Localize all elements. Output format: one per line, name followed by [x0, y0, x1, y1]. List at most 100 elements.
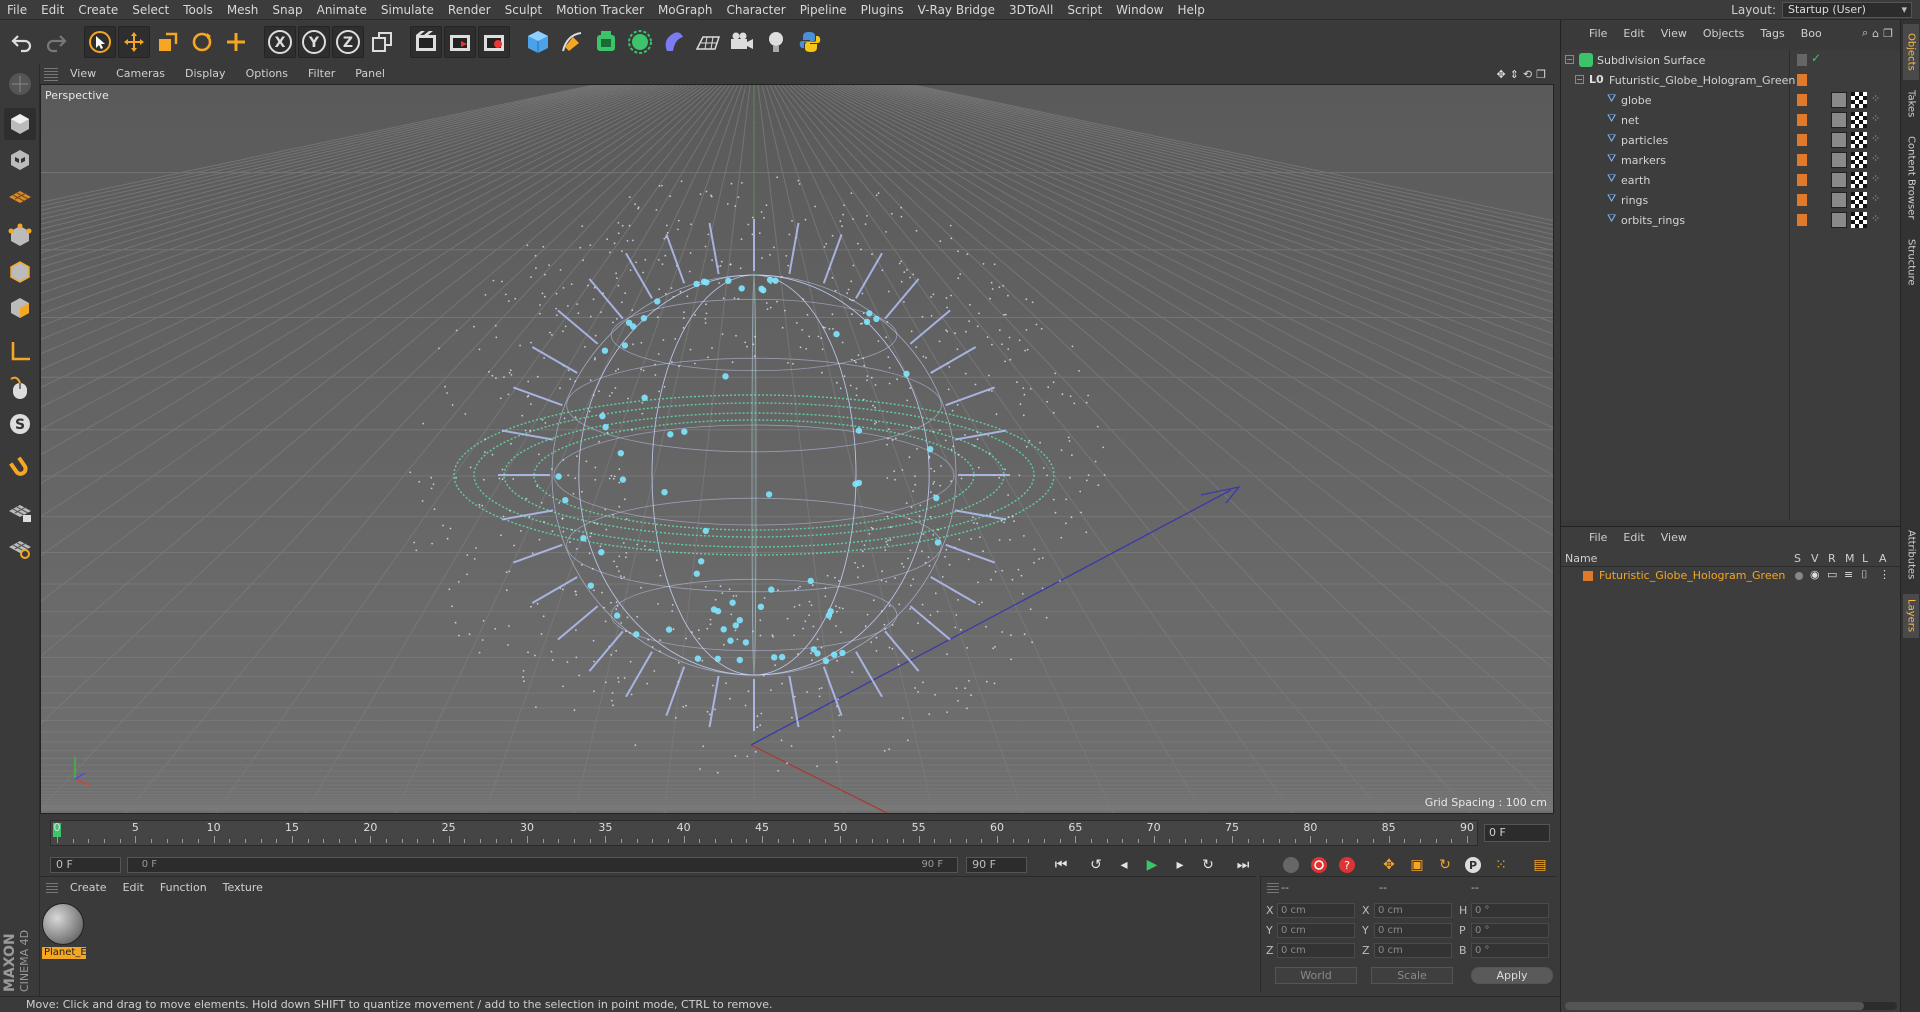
render-settings-icon[interactable]: [478, 26, 510, 58]
material-tag-icon[interactable]: [1831, 132, 1847, 148]
menu-snap[interactable]: Snap: [265, 0, 309, 20]
collapse-toggle-icon[interactable]: −: [1565, 55, 1574, 64]
points-mode-icon[interactable]: [4, 220, 36, 252]
material-tag-icon[interactable]: [1831, 112, 1847, 128]
phong-tag-icon[interactable]: ⁘: [1871, 152, 1880, 165]
texture-tag-icon[interactable]: [1851, 172, 1867, 188]
move-tool-icon[interactable]: [118, 26, 150, 58]
texture-tag-icon[interactable]: [1851, 152, 1867, 168]
subdivision-generator-icon[interactable]: [590, 26, 622, 58]
next-key-icon[interactable]: ↻: [1195, 852, 1221, 878]
tab-takes[interactable]: Takes: [1903, 84, 1919, 124]
camera-icon[interactable]: [726, 26, 758, 58]
go-to-end-icon[interactable]: ⏭: [1230, 852, 1256, 878]
phong-tag-icon[interactable]: ⁘: [1871, 112, 1880, 125]
y-axis-lock-icon[interactable]: Y: [298, 26, 330, 58]
menu-file[interactable]: File: [0, 0, 34, 20]
om-menu-file[interactable]: File: [1581, 27, 1615, 40]
axis-mode-icon[interactable]: [4, 336, 36, 368]
menu-window[interactable]: Window: [1109, 0, 1170, 20]
layer-row[interactable]: Futuristic_Globe_Hologram_Green ◉ ▭ ≡ ⌷ …: [1561, 567, 1901, 585]
rotate-tool-icon[interactable]: [186, 26, 218, 58]
menu-plugins[interactable]: Plugins: [854, 0, 911, 20]
render-view-icon[interactable]: [410, 26, 442, 58]
coord-size-x-field[interactable]: 0 cm: [1374, 903, 1452, 918]
menu-tools[interactable]: Tools: [176, 0, 220, 20]
frame-range-slider[interactable]: 0 F 90 F: [126, 857, 959, 873]
coord-rot-p-field[interactable]: 0 °: [1471, 923, 1549, 938]
object-row-globe-null[interactable]: − L0 Futuristic_Globe_Hologram_Green: [1561, 70, 1901, 90]
timeline-track[interactable]: 0 5 10 15 20 25 30 35 40 45 50 55 60 65 70 75 80 85 90: [50, 820, 1478, 846]
layer-render-icon[interactable]: ▭: [1827, 568, 1837, 581]
coord-pos-y-field[interactable]: 0 cm: [1277, 923, 1355, 938]
previous-frame-icon[interactable]: ◂: [1111, 852, 1137, 878]
go-to-start-icon[interactable]: ⏮: [1048, 852, 1074, 878]
object-row-globe[interactable]: ⛛ globe ⁘: [1561, 90, 1901, 110]
layer-color-swatch[interactable]: [1797, 174, 1807, 186]
floor-environment-icon[interactable]: [692, 26, 724, 58]
pan-view-icon[interactable]: ✥: [1496, 68, 1505, 81]
deformer-icon[interactable]: [658, 26, 690, 58]
lock-workplane-icon[interactable]: [4, 496, 36, 528]
layer-animation-icon[interactable]: ⋮: [1879, 568, 1890, 581]
tab-structure[interactable]: Structure: [1903, 232, 1919, 292]
layer-horizontal-scrollbar[interactable]: [1565, 1002, 1897, 1010]
layer-color-swatch[interactable]: [1797, 154, 1807, 166]
menu-pipeline[interactable]: Pipeline: [793, 0, 854, 20]
layer-color-swatch[interactable]: [1797, 194, 1807, 206]
orbit-view-icon[interactable]: ⟲: [1523, 68, 1532, 81]
texture-tag-icon[interactable]: [1851, 132, 1867, 148]
tweak-mode-icon[interactable]: [4, 372, 36, 404]
mat-menu-function[interactable]: Function: [152, 881, 215, 894]
mat-menu-texture[interactable]: Texture: [215, 881, 271, 894]
layer-solo-icon[interactable]: [1795, 572, 1803, 580]
material-tag-icon[interactable]: [1831, 172, 1847, 188]
vp-menu-display[interactable]: Display: [175, 64, 236, 84]
om-menu-edit[interactable]: Edit: [1615, 27, 1652, 40]
texture-tag-icon[interactable]: [1851, 192, 1867, 208]
snap-icon[interactable]: S: [4, 408, 36, 440]
polygons-mode-icon[interactable]: [4, 292, 36, 324]
layer-color-swatch[interactable]: [1797, 134, 1807, 146]
vp-menu-cameras[interactable]: Cameras: [106, 64, 175, 84]
perspective-viewport[interactable]: Perspective Grid Spacing : 100 cm: [40, 84, 1554, 814]
undo-icon[interactable]: [6, 26, 38, 58]
coord-pos-x-field[interactable]: 0 cm: [1277, 903, 1355, 918]
object-row-particles[interactable]: ⛛ particles ⁘: [1561, 130, 1901, 150]
tab-content-browser[interactable]: Content Browser: [1903, 128, 1919, 228]
menu-select[interactable]: Select: [125, 0, 176, 20]
viewport-scene[interactable]: [41, 85, 1554, 814]
end-frame-field[interactable]: 90 F: [966, 857, 1027, 873]
current-frame-field[interactable]: 0 F: [1484, 824, 1550, 842]
texture-tag-icon[interactable]: [1851, 92, 1867, 108]
menu-simulate[interactable]: Simulate: [374, 0, 441, 20]
layer-visible-icon[interactable]: ◉: [1810, 568, 1820, 581]
planar-workplane-icon[interactable]: [4, 532, 36, 564]
recent-tool-icon[interactable]: [220, 26, 252, 58]
coord-rot-b-field[interactable]: 0 °: [1471, 943, 1549, 958]
vp-menu-options[interactable]: Options: [236, 64, 298, 84]
vp-menu-view[interactable]: View: [60, 64, 106, 84]
material-tag-icon[interactable]: [1831, 152, 1847, 168]
coord-rot-h-field[interactable]: 0 °: [1471, 903, 1549, 918]
layer-menu-edit[interactable]: Edit: [1615, 531, 1652, 544]
menu-3dtoall[interactable]: 3DToAll: [1002, 0, 1060, 20]
vp-menu-panel[interactable]: Panel: [345, 64, 395, 84]
menu-create[interactable]: Create: [71, 0, 125, 20]
key-parameter-icon[interactable]: P: [1460, 852, 1486, 878]
mat-menu-create[interactable]: Create: [62, 881, 115, 894]
menu-character[interactable]: Character: [719, 0, 792, 20]
menu-vray-bridge[interactable]: V-Ray Bridge: [911, 0, 1002, 20]
visibility-dots-icon[interactable]: [1797, 54, 1807, 66]
menu-script[interactable]: Script: [1060, 0, 1109, 20]
om-menu-objects[interactable]: Objects: [1695, 27, 1753, 40]
menu-render[interactable]: Render: [441, 0, 498, 20]
workplane-mode-icon[interactable]: [4, 180, 36, 212]
coord-mode-dropdown[interactable]: Scale: [1371, 967, 1453, 984]
layer-color-swatch[interactable]: [1797, 74, 1807, 86]
om-menu-view[interactable]: View: [1653, 27, 1695, 40]
menu-edit[interactable]: Edit: [34, 0, 71, 20]
make-editable-icon[interactable]: [4, 68, 36, 100]
toggle-view-icon[interactable]: ❐: [1536, 68, 1546, 81]
layer-manager-icon[interactable]: ≡: [1844, 568, 1853, 581]
